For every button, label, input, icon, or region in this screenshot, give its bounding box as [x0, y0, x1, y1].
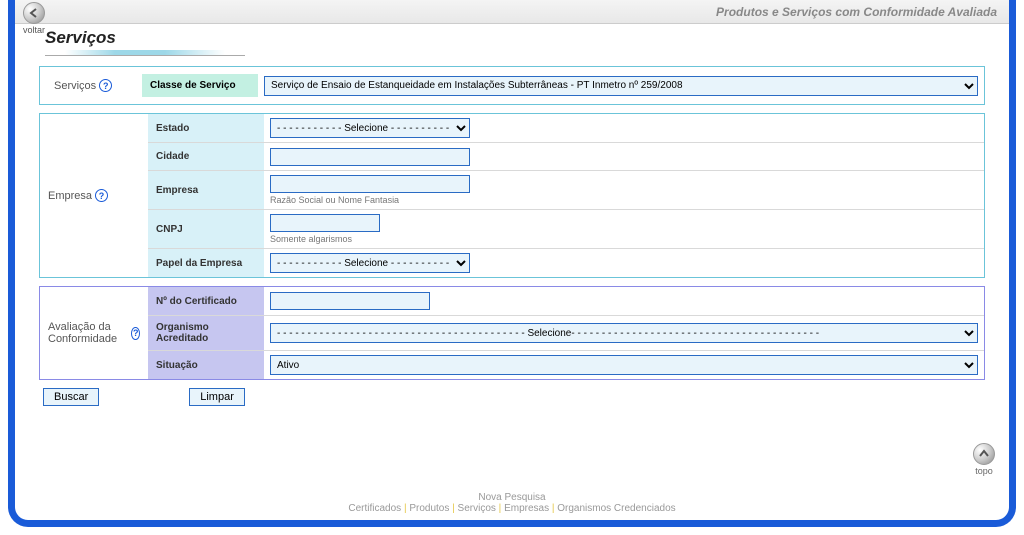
cidade-input[interactable] [270, 148, 470, 166]
papel-select[interactable]: - - - - - - - - - - - Selecione - - - - … [270, 253, 470, 273]
cidade-label: Cidade [148, 143, 264, 170]
papel-label: Papel da Empresa [148, 249, 264, 277]
footer-link[interactable]: Empresas [504, 503, 549, 514]
empresa-box: Empresa ? Estado - - - - - - - - - - - S… [39, 113, 985, 278]
back-label: voltar [23, 25, 45, 35]
servicos-box: Serviços ? Classe de Serviço Serviço de … [39, 66, 985, 105]
page-title: Serviços [45, 28, 116, 48]
conformidade-box: Avaliação da Conformidade ? Nº do Certif… [39, 286, 985, 380]
empresa-section-label: Empresa ? [40, 114, 148, 277]
sit-select[interactable]: Ativo [270, 355, 978, 375]
cnpj-hint: Somente algarismos [270, 234, 978, 244]
estado-label: Estado [148, 114, 264, 142]
cert-input[interactable] [270, 292, 430, 310]
empresa-label: Empresa [148, 171, 264, 209]
topo-button[interactable]: topo [973, 443, 995, 476]
help-icon[interactable]: ? [99, 79, 112, 92]
footer-nova-link[interactable]: Nova Pesquisa [478, 492, 545, 503]
main-frame: voltar Produtos e Serviços com Conformid… [8, 0, 1016, 527]
topo-label: topo [975, 466, 993, 476]
sit-label: Situação [148, 351, 264, 379]
help-icon[interactable]: ? [95, 189, 108, 202]
back-button[interactable]: voltar [23, 2, 45, 35]
cnpj-input[interactable] [270, 214, 380, 232]
button-row: Buscar Limpar [43, 388, 985, 406]
footer-link[interactable]: Certificados [348, 503, 401, 514]
header-title: Produtos e Serviços com Conformidade Ava… [716, 5, 997, 19]
org-select[interactable]: - - - - - - - - - - - - - - - - - - - - … [270, 323, 978, 343]
content: Serviços ? Classe de Serviço Serviço de … [15, 66, 1009, 412]
buscar-button[interactable]: Buscar [43, 388, 99, 406]
empresa-hint: Razão Social ou Nome Fantasia [270, 195, 978, 205]
footer-link[interactable]: Produtos [409, 503, 449, 514]
back-arrow-icon [23, 2, 45, 24]
org-label: Organismo Acreditado [148, 316, 264, 350]
header-bar: Produtos e Serviços com Conformidade Ava… [15, 0, 1009, 24]
help-icon[interactable]: ? [131, 327, 140, 340]
empresa-input[interactable] [270, 175, 470, 193]
conformidade-section-label: Avaliação da Conformidade ? [40, 287, 148, 379]
footer-links: Certificados | Produtos | Serviços | Emp… [15, 503, 1009, 514]
limpar-button[interactable]: Limpar [189, 388, 245, 406]
footer-link[interactable]: Serviços [458, 503, 496, 514]
cnpj-label: CNPJ [148, 210, 264, 248]
classe-servico-select[interactable]: Serviço de Ensaio de Estanqueidade em In… [264, 76, 978, 96]
servicos-section-label: Serviços ? [46, 73, 142, 98]
cert-label: Nº do Certificado [148, 287, 264, 315]
estado-select[interactable]: - - - - - - - - - - - Selecione - - - - … [270, 118, 470, 138]
footer: Nova Pesquisa Certificados | Produtos | … [15, 492, 1009, 514]
title-underline [45, 50, 245, 56]
footer-link[interactable]: Organismos Credenciados [557, 503, 675, 514]
classe-servico-label: Classe de Serviço [142, 74, 258, 97]
up-arrow-icon [973, 443, 995, 465]
